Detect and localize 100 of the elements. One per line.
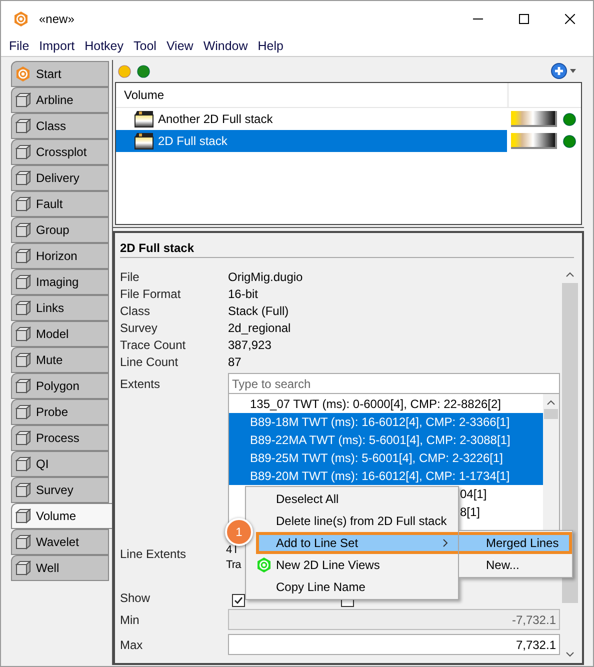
scrollbar-thumb[interactable]: [562, 283, 578, 603]
menu-item[interactable]: Deselect All: [256, 488, 458, 510]
property-label: File: [120, 268, 140, 286]
property-label: File Format: [120, 286, 182, 302]
cube-icon: [15, 196, 31, 212]
cube-icon: [15, 404, 31, 420]
list-item[interactable]: 135_07 TWT (ms): 0-6000[4], CMP: 22-8826[2]: [229, 395, 543, 413]
menu-item[interactable]: Import: [34, 37, 80, 56]
menu-item[interactable]: Copy Line Name: [256, 576, 458, 598]
scroll-up-icon[interactable]: [547, 400, 555, 405]
sidebar-tab[interactable]: Process: [11, 425, 109, 451]
property-value: 4 l: [226, 543, 238, 558]
list-item[interactable]: B89-20M TWT (ms): 16-6012[4], CMP: 1-1734[1]: [229, 467, 543, 485]
cube-icon: [15, 508, 31, 524]
sidebar-tab[interactable]: Survey: [11, 477, 109, 503]
property-label: Class: [120, 302, 152, 320]
sidebar-tab[interactable]: QI: [11, 451, 109, 477]
cube-icon: [15, 248, 31, 264]
sidebar-tab[interactable]: Fault: [11, 191, 109, 217]
status-dot-icon[interactable]: [118, 64, 131, 78]
menu-item[interactable]: Help: [252, 37, 288, 56]
menu-item[interactable]: Delete line(s) from 2D Full stack: [256, 510, 458, 532]
sidebar-tab[interactable]: Well: [11, 555, 109, 581]
menu-item[interactable]: Add to Line Set: [256, 532, 458, 554]
property-label: Trace Count: [120, 336, 187, 354]
sidebar-tab[interactable]: Group: [11, 217, 109, 243]
cube-icon: [15, 352, 31, 368]
sidebar-tab[interactable]: Class: [11, 113, 109, 139]
property-value: 2d_regional: [228, 320, 291, 336]
cube-icon: [15, 482, 31, 498]
status-dot-icon[interactable]: [137, 64, 150, 78]
clapperboard-icon: [134, 132, 154, 150]
sidebar-tab[interactable]: Polygon: [11, 373, 109, 399]
property-label: Extents: [120, 376, 162, 393]
target-icon: [15, 66, 31, 82]
property-value: 387,923: [228, 336, 272, 354]
cube-icon: [15, 430, 31, 446]
menu-item[interactable]: Hotkey: [80, 37, 128, 56]
sidebar-tab[interactable]: Wavelet: [11, 529, 109, 555]
property-label: Line Count: [120, 354, 180, 370]
menu-item[interactable]: Merged Lines: [459, 532, 572, 554]
property-value: Stack (Full): [228, 302, 289, 320]
scroll-down-icon[interactable]: [566, 652, 574, 657]
colorbar-drawing: [511, 111, 557, 127]
cube-icon: [15, 144, 31, 160]
maximize-icon: [519, 14, 529, 24]
chevron-right-icon: [443, 539, 448, 547]
close-icon: [565, 14, 575, 24]
cube-icon: [15, 378, 31, 394]
search-field[interactable]: Type to search: [228, 373, 560, 394]
tree-row[interactable]: 2D Full stack: [116, 130, 507, 152]
sidebar-tab[interactable]: Horizon: [11, 243, 109, 269]
list-item[interactable]: B89-25M TWT (ms): 5-6001[4], CMP: 2-3226[1]: [229, 449, 543, 467]
sidebar-tab[interactable]: Imaging: [11, 269, 109, 295]
list-item[interactable]: B89-22MA TWT (ms): 5-6001[4], CMP: 2-3088[1]: [229, 431, 543, 449]
menu-item[interactable]: New...: [459, 554, 572, 576]
clapperboard-icon: [134, 110, 154, 128]
menu-item[interactable]: View: [161, 37, 198, 56]
sidebar-tab[interactable]: Delivery: [11, 165, 109, 191]
menu-item[interactable]: Tool: [128, 37, 162, 56]
cube-icon: [15, 300, 31, 316]
property-label: Min: [120, 612, 140, 628]
min-field: -7,732.1: [228, 609, 560, 630]
cube-icon: [15, 274, 31, 290]
property-value: 87: [228, 354, 242, 370]
sidebar-tab[interactable]: Links: [11, 295, 109, 321]
list-item[interactable]: B89-18M TWT (ms): 16-6012[4], CMP: 2-3366[1]: [229, 413, 543, 431]
tree-row[interactable]: Another 2D Full stack: [116, 108, 507, 130]
section-title: 2D Full stack: [120, 240, 196, 257]
menu-item[interactable]: New 2D Line Views: [256, 554, 458, 576]
colorbar-drawing: [511, 133, 557, 149]
status-dot-icon: [563, 134, 576, 148]
sidebar-tab[interactable]: Start: [11, 61, 109, 87]
max-field[interactable]: 7,732.1: [228, 634, 560, 655]
property-value: 16-bit: [228, 286, 258, 302]
cube-icon: [15, 118, 31, 134]
dropdown-arrow-icon[interactable]: [570, 69, 576, 73]
sidebar-tab[interactable]: Volume: [11, 503, 112, 529]
cube-icon: [15, 92, 31, 108]
scroll-up-icon[interactable]: [566, 272, 574, 277]
cube-icon: [15, 456, 31, 472]
sidebar-tab[interactable]: Arbline: [11, 87, 109, 113]
column-header[interactable]: Volume: [116, 83, 507, 107]
cube-icon: [15, 326, 31, 342]
cube-icon: [15, 222, 31, 238]
add-icon[interactable]: [551, 63, 567, 79]
scrollbar-thumb[interactable]: [544, 409, 558, 419]
sidebar-tab[interactable]: Model: [11, 321, 109, 347]
cube-icon: [15, 170, 31, 186]
property-label: Line Extents: [120, 546, 188, 563]
sidebar-tab[interactable]: Probe: [11, 399, 109, 425]
checkbox[interactable]: [232, 594, 245, 607]
menu-item[interactable]: Window: [198, 37, 253, 56]
menu-item[interactable]: File: [4, 37, 34, 56]
sidebar-tab[interactable]: Mute: [11, 347, 109, 373]
property-label: Max: [120, 636, 144, 654]
status-dot-icon: [563, 112, 576, 126]
property-value: OrigMig.dugio: [228, 268, 303, 286]
app-logo-icon: [13, 11, 29, 27]
sidebar-tab[interactable]: Crossplot: [11, 139, 109, 165]
